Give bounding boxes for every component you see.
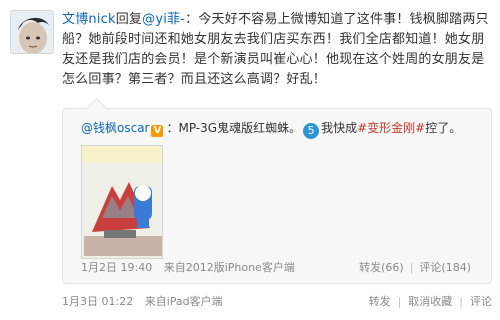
comment-link[interactable]: 评论 xyxy=(470,295,492,308)
quoted-text: @钱枫oscar V ：MP-3G鬼魂版红蜘蛛。 5 我快成#变形金刚#控了。 xyxy=(81,119,461,139)
favorite-link[interactable]: 取消收藏 xyxy=(408,295,452,308)
reply-mention[interactable]: @yi菲- xyxy=(142,12,185,27)
quoted-text-3: 控了。 xyxy=(425,121,462,135)
post: 文博nick回复@yi菲-：今天好不容易上微博知道了这件事！钱枫脚踏两只船？她前… xyxy=(62,10,492,90)
quoted-meta: 1月2日 19:40 来自2012版iPhone客户端 转发(66) | 评论(18… xyxy=(81,259,481,277)
quoted-text-1: ：MP-3G鬼魂版红蜘蛛。 xyxy=(166,121,302,135)
quoted-post: @钱枫oscar V ：MP-3G鬼魂版红蜘蛛。 5 我快成#变形金刚#控了。 1月2日… xyxy=(62,97,492,284)
quoted-actions: 转发(66) | 评论(184) xyxy=(359,259,471,275)
verified-badge-icon: V xyxy=(151,125,164,137)
quoted-photo[interactable] xyxy=(81,145,163,259)
quoted-meta-left: 1月2日 19:40 来自2012版iPhone客户端 xyxy=(81,259,303,275)
quote-arrow xyxy=(85,97,108,120)
separator-2: | xyxy=(459,295,463,308)
separator-1: | xyxy=(397,295,402,308)
weibo-emoji-icon: 5 xyxy=(303,123,320,139)
author-name[interactable]: 文博nick xyxy=(62,12,116,27)
reply-label: 回复 xyxy=(115,12,143,27)
repost-link[interactable]: 转发 xyxy=(369,295,391,308)
post-source[interactable]: 来自iPad客户端 xyxy=(145,295,223,308)
photo-image-icon xyxy=(82,146,162,258)
quoted-author[interactable]: @钱枫oscar xyxy=(81,121,149,135)
quoted-source[interactable]: 来自2012版iPhone客户端 xyxy=(164,261,295,274)
post-text: 文博nick回复@yi菲-：今天好不容易上微博知道了这件事！钱枫脚踏两只船？她前… xyxy=(62,10,492,90)
quoted-repost-link[interactable]: 转发(66) xyxy=(359,261,404,274)
post-time[interactable]: 1月3日 01:22 xyxy=(62,295,133,308)
quoted-comment-link[interactable]: 评论(184) xyxy=(419,261,471,274)
avatar-icon xyxy=(11,11,53,53)
quoted-time[interactable]: 1月2日 19:40 xyxy=(81,261,152,274)
quoted-separator: | xyxy=(409,261,414,274)
quoted-text-2: 我快成 xyxy=(321,121,358,135)
author-avatar[interactable] xyxy=(10,10,54,54)
post-actions: 转发 | 取消收藏 | 评论 xyxy=(369,293,492,309)
topic-link[interactable]: #变形金刚# xyxy=(357,121,425,135)
post-footer: 1月3日 01:22 来自iPad客户端 转发 | 取消收藏 | 评论 xyxy=(62,293,492,313)
post-meta: 1月3日 01:22 来自iPad客户端 xyxy=(62,293,231,309)
